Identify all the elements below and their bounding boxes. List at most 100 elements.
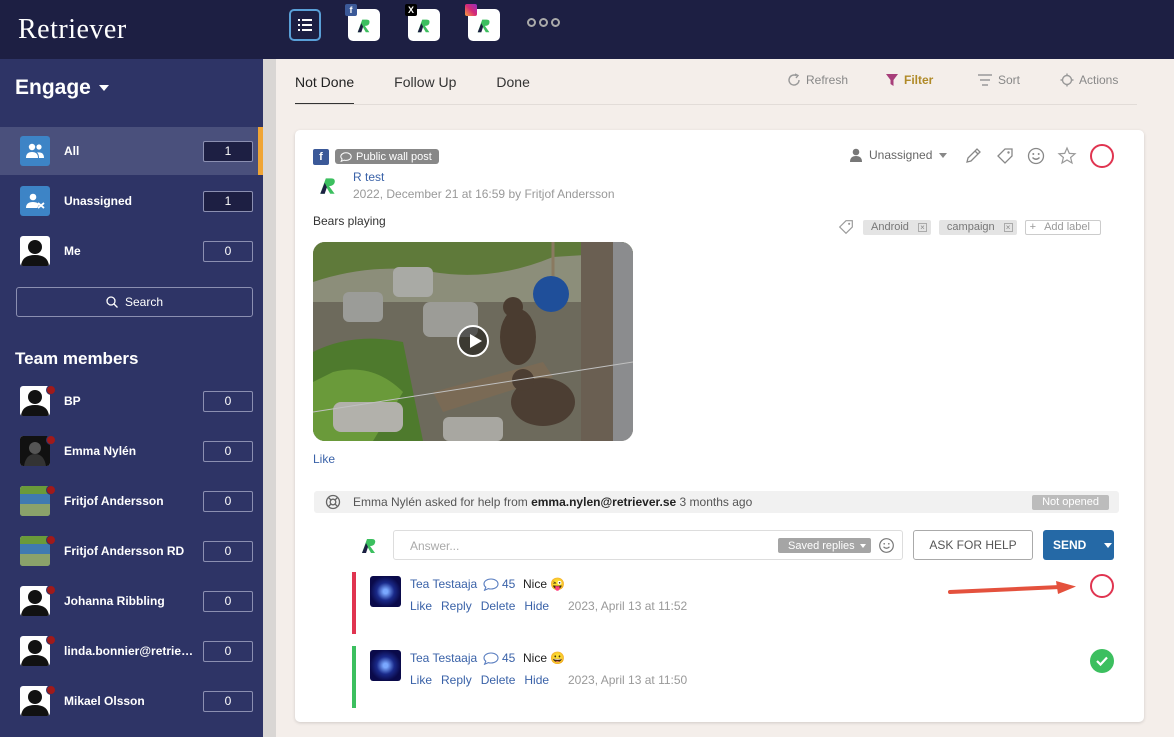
count-badge: 0: [203, 440, 253, 462]
answer-input[interactable]: Answer... Saved replies: [393, 530, 903, 560]
team-member-item[interactable]: Fritjof Andersson 0: [0, 477, 263, 525]
reply-link[interactable]: Reply: [441, 599, 472, 613]
annotation-arrow-icon: [948, 581, 1076, 594]
play-icon[interactable]: [457, 325, 489, 357]
label-text: campaign: [946, 221, 995, 233]
refresh-button[interactable]: Refresh: [787, 73, 848, 87]
sort-button[interactable]: Sort: [977, 73, 1020, 87]
like-link[interactable]: Like: [410, 673, 432, 687]
smiley-icon[interactable]: [1026, 146, 1046, 166]
speech-bubble-icon: [483, 651, 499, 665]
actions-label: Actions: [1079, 73, 1119, 87]
team-member-name: BP: [64, 394, 81, 408]
comment-time: 2023, April 13 at 11:50: [568, 673, 688, 687]
facebook-icon: f: [313, 149, 329, 165]
team-member-item[interactable]: Mikael Olsson 0: [0, 677, 263, 725]
team-member-item[interactable]: Fritjof Andersson RD 0: [0, 527, 263, 575]
comment-author[interactable]: Tea Testaaja: [410, 577, 477, 591]
mark-done-circle-icon[interactable]: [1090, 574, 1114, 598]
post-like-link[interactable]: Like: [313, 452, 335, 466]
post-type-label: Public wall post: [356, 150, 432, 163]
x-channel-icon[interactable]: X: [405, 4, 440, 41]
retriever-r-icon: [320, 178, 335, 194]
status-dot: [46, 535, 56, 545]
like-link[interactable]: Like: [410, 599, 432, 613]
team-member-name: linda.bonnier@retriever.se: [64, 644, 196, 658]
delete-link[interactable]: Delete: [481, 599, 516, 613]
hide-link[interactable]: Hide: [524, 673, 549, 687]
speech-bubble-icon: [340, 151, 352, 162]
video-thumbnail[interactable]: [313, 242, 633, 441]
assignee-label: Unassigned: [869, 148, 933, 162]
filter-label: Filter: [904, 73, 934, 87]
instagram-channel-icon[interactable]: [465, 4, 500, 41]
star-icon[interactable]: [1057, 146, 1077, 166]
team-member-name: Fritjof Andersson RD: [64, 544, 185, 558]
sidebar-scrollbar[interactable]: [263, 59, 276, 737]
reply-link[interactable]: Reply: [441, 673, 472, 687]
sidebar-item-all[interactable]: All 1: [0, 127, 263, 175]
saved-replies-label: Saved replies: [788, 539, 855, 552]
page-name-link[interactable]: R test: [353, 170, 384, 184]
refresh-icon: [788, 73, 800, 86]
user-x-icon: [20, 186, 50, 216]
retriever-r-icon: [362, 539, 376, 553]
add-label-button[interactable]: + Add label: [1024, 219, 1101, 235]
remove-label-icon[interactable]: ×: [1003, 222, 1013, 232]
assignee-dropdown[interactable]: Unassigned: [850, 148, 948, 162]
team-member-item[interactable]: Johanna Ribbling 0: [0, 577, 263, 625]
plus-icon: +: [1029, 221, 1037, 233]
saved-replies-dropdown[interactable]: Saved replies: [778, 538, 871, 553]
refresh-label: Refresh: [806, 73, 849, 87]
sidebar-item-me[interactable]: Me 0: [0, 227, 263, 275]
facebook-channel-icon[interactable]: f: [345, 4, 380, 41]
main-content: Not Done Follow Up Done Refresh Filter S…: [276, 59, 1174, 737]
send-button[interactable]: SEND: [1043, 530, 1114, 560]
team-member-item[interactable]: BP 0: [0, 377, 263, 425]
tab-follow-up[interactable]: Follow Up: [394, 59, 456, 105]
more-icon[interactable]: [527, 18, 560, 27]
count-badge: 0: [203, 390, 253, 412]
tab-done[interactable]: Done: [496, 59, 529, 105]
done-check-icon[interactable]: [1090, 649, 1114, 673]
label-text: Android: [871, 221, 909, 233]
chevron-down-icon[interactable]: [1104, 542, 1113, 548]
help-request-text: Emma Nylén asked for help from emma.nyle…: [353, 495, 753, 509]
tag-icon: [838, 220, 853, 235]
tag-icon[interactable]: [995, 146, 1015, 166]
hide-link[interactable]: Hide: [524, 599, 549, 613]
sidebar-item-label: Me: [64, 244, 81, 258]
mark-done-circle-icon[interactable]: [1090, 144, 1114, 168]
list-view-icon[interactable]: [289, 9, 321, 41]
tab-not-done[interactable]: Not Done: [295, 59, 355, 105]
comment-author[interactable]: Tea Testaaja: [410, 651, 477, 665]
team-member-item[interactable]: linda.bonnier@retriever.se 0: [0, 627, 263, 675]
status-dot: [46, 485, 56, 495]
team-member-name: Fritjof Andersson: [64, 494, 164, 508]
status-dot: [46, 585, 56, 595]
pencil-icon[interactable]: [963, 146, 983, 166]
count-badge: 0: [203, 640, 253, 662]
conversation-card: f Public wall post R test 2022, December…: [295, 130, 1144, 722]
top-bar: Retriever f X: [0, 0, 1174, 59]
search-icon: [106, 296, 118, 308]
tab-divider: [295, 104, 1137, 105]
emoji-picker-icon[interactable]: [878, 537, 895, 554]
team-member-name: Mikael Olsson: [64, 694, 145, 708]
ask-for-help-button[interactable]: ASK FOR HELP: [913, 530, 1033, 560]
delete-link[interactable]: Delete: [481, 673, 516, 687]
comment-actions: Like Reply Delete Hide: [410, 599, 549, 613]
remove-label-icon[interactable]: ×: [917, 222, 927, 232]
filter-button[interactable]: Filter: [885, 73, 933, 87]
actions-button[interactable]: Actions: [1060, 73, 1118, 87]
search-button[interactable]: Search: [16, 287, 253, 317]
count-badge: 0: [203, 590, 253, 612]
count-badge: 1: [203, 140, 253, 162]
user-icon: [850, 148, 862, 162]
team-member-item[interactable]: Emma Nylén 0: [0, 427, 263, 475]
sidebar-item-unassigned[interactable]: Unassigned 1: [0, 177, 263, 225]
sidebar-item-label: All: [64, 144, 80, 158]
label-chip: Android ×: [863, 219, 931, 235]
app-logo[interactable]: Retriever: [18, 14, 127, 46]
engage-menu[interactable]: Engage: [15, 76, 109, 100]
